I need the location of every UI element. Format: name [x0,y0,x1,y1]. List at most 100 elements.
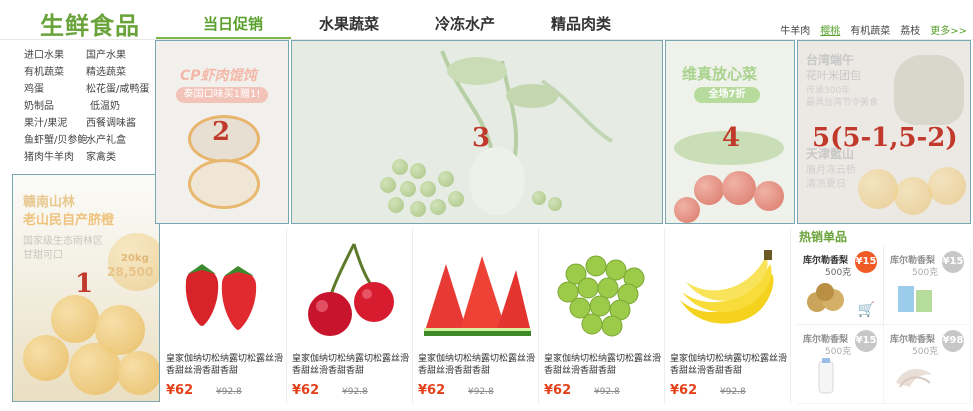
orange-icon [117,351,159,395]
hot-item-card[interactable]: 库尔勒香梨 500克 ¥15 [884,246,971,325]
category-link[interactable]: 松花蛋/咸鸭蛋 [86,84,156,96]
hot-items-title: 热销单品 [799,230,848,244]
product-old-price: ¥92.8 [594,387,620,397]
pea-icon [410,201,426,217]
banner-line: 国家级生态雨林区 [23,236,103,247]
hot-item-price-badge: ¥98 [942,330,964,352]
shrimp-icon [896,368,932,388]
category-link[interactable]: 进口水果 [24,50,86,62]
product-price: ¥62 [418,383,446,398]
pea-icon [380,177,396,193]
hot-item-price-badge: ¥15 [855,251,877,273]
banner-fresh-veg[interactable]: 维真放心菜 全场7折 4 [665,40,795,224]
category-link[interactable]: 奶制品 [24,101,86,113]
orange-icon [23,335,69,381]
tab-daily-promotion[interactable]: 当日促销 [175,13,291,39]
hot-tag-cherry[interactable]: 樱桃 [820,22,840,37]
hot-keyword-links: 牛羊肉 樱桃 有机蔬菜 荔枝 更多>> [780,22,967,37]
banner-index-label: 3 [472,123,491,153]
category-link[interactable]: 有机蔬菜 [24,67,86,79]
tab-premium-meat[interactable]: 精品肉类 [523,13,639,39]
product-name[interactable]: 皇家伽纳切松纳露切松露丝滑香甜丝滑香甜香甜 [166,353,286,377]
category-link[interactable]: 鸡蛋 [24,84,86,96]
banner-line: 清凉夏日 [806,179,846,190]
hot-item-card[interactable]: 库尔勒香梨 500克 ¥15 [797,325,884,404]
banner-index-label: 4 [722,123,741,153]
product-price: ¥62 [292,383,320,398]
pea-icon [410,163,426,179]
banner-line: 花叶米团包 [806,69,861,82]
product-card-cherry[interactable]: 皇家伽纳切松纳露切松露丝滑香甜丝滑香甜香甜 ¥62 ¥92.8 [287,228,413,404]
banner-navel-orange[interactable]: 赣南山林 老山民自产脐橙 国家级生态雨林区 甘甜可口 20kg 28,500 1 [12,174,160,402]
product-name[interactable]: 皇家伽纳切松纳露切松露丝滑香甜丝滑香甜香甜 [418,353,538,377]
category-tabs: 当日促销 水果蔬菜 冷冻水产 精品肉类 [175,13,639,39]
hot-item-weight: 500克 [912,268,939,278]
orange-icon [858,169,898,209]
grapes-icon [557,255,645,337]
more-link[interactable]: 更多>> [930,22,967,37]
pear-icon [807,283,844,312]
pea-icon [392,159,408,175]
hot-items-grid: 库尔勒香梨 500克 ¥15 🛒 库尔勒香梨 500克 ¥15 库尔勒香梨 50… [797,246,971,404]
tab-frozen-seafood[interactable]: 冷冻水产 [407,13,523,39]
add-to-cart-icon[interactable]: 🛒 [858,302,875,318]
orange-icon [928,167,966,205]
pea-icon [548,197,562,211]
product-card-strawberry[interactable]: 皇家伽纳切松纳露切松露丝滑香甜丝滑香甜香甜 ¥62 ¥92.8 [161,228,287,404]
banner-subtitle: 老山民自产脐橙 [23,213,115,228]
orange-icon [51,295,99,343]
hot-tag-lychee[interactable]: 荔枝 [900,22,920,37]
product-card-banana[interactable]: 皇家伽纳切松纳露切松露丝滑香甜丝滑香甜香甜 ¥62 ¥92.8 [665,228,791,404]
hot-tag-beef-lamb[interactable]: 牛羊肉 [780,22,810,37]
product-card-watermelon[interactable]: 皇家伽纳切松纳露切松露丝滑香甜丝滑香甜香甜 ¥62 ¥92.8 [413,228,539,404]
strawberry-icon [185,264,257,330]
hot-item-card[interactable]: 库尔勒香梨 500克 ¥98 [884,325,971,404]
hot-item-weight: 500克 [825,347,852,357]
category-link[interactable]: 精选蔬菜 [86,67,156,79]
watermelon-icon [424,256,531,336]
banana-icon [680,250,774,324]
hot-tag-organic-veg[interactable]: 有机蔬菜 [850,22,890,37]
wonton-tray-icon [188,159,260,209]
orange-icon [69,343,121,395]
juice-box-icon [898,286,932,312]
banner-promo-pill: 泰国口味买1赠1! [176,87,268,103]
milk-bottle-icon [818,358,834,394]
banner-title: 维真放心菜 [682,65,758,83]
banner-index-label: 2 [212,117,231,147]
category-link[interactable]: 猪肉牛羊肉 [24,152,86,164]
tomato-icon [754,181,784,211]
category-link[interactable]: 低温奶 [86,101,156,113]
banner-index-label: 1 [75,269,94,299]
product-card-grapes[interactable]: 皇家伽纳切松纳露切松露丝滑香甜丝滑香甜香甜 ¥62 ¥92.8 [539,228,665,404]
banner-promo-pill: 全场7折 [694,87,760,103]
category-link[interactable]: 国产水果 [86,50,156,62]
tomato-icon [674,197,700,223]
hot-item-weight: 500克 [825,268,852,278]
tab-fruit-veg[interactable]: 水果蔬菜 [291,13,407,39]
banner-title: 台湾端午 [806,53,855,67]
product-price: ¥62 [670,383,698,398]
banner-peas[interactable]: 3 [291,40,663,224]
banner-shrimp-wonton[interactable]: CP虾肉馄饨 泰国口味买1赠1! 2 [155,40,289,224]
banner-line: 眉月冻云桥 [806,165,856,176]
pea-icon [448,191,464,207]
orange-icon [894,177,932,215]
category-link[interactable]: 家禽类 [86,152,156,164]
category-link[interactable]: 鱼虾蟹/贝参鲍 [24,135,87,147]
product-old-price: ¥92.8 [342,387,368,397]
hot-item-card[interactable]: 库尔勒香梨 500克 ¥15 🛒 [797,246,884,325]
banner-weight: 20kg [121,253,149,264]
category-link[interactable]: 水产礼盒 [86,135,156,147]
product-price: ¥62 [166,383,194,398]
brand-logo-text[interactable]: 生鲜食品 [40,6,140,41]
category-link[interactable]: 西餐调味酱 [86,118,156,130]
product-name[interactable]: 皇家伽纳切松纳露切松露丝滑香甜丝滑香甜香甜 [292,353,412,377]
product-name[interactable]: 皇家伽纳切松纳露切松露丝滑香甜丝滑香甜香甜 [544,353,664,377]
product-name[interactable]: 皇家伽纳切松纳露切松露丝滑香甜丝滑香甜香甜 [670,353,790,377]
category-list: 进口水果 国产水果 有机蔬菜 精选蔬菜 鸡蛋 松花蛋/咸鸭蛋 奶制品 低温奶 果… [24,50,159,164]
product-list: 皇家伽纳切松纳露切松露丝滑香甜丝滑香甜香甜 ¥62 ¥92.8 皇家伽纳切松纳露… [161,228,791,404]
banner-line: 最具台湾节令美食 [806,98,879,108]
category-link[interactable]: 果汁/果泥 [24,118,86,130]
banner-dragon-boat-festival[interactable]: 台湾端午 花叶米团包 传承300年 最具台湾节令美食 天津藍山 眉月冻云桥 清凉… [797,40,971,224]
